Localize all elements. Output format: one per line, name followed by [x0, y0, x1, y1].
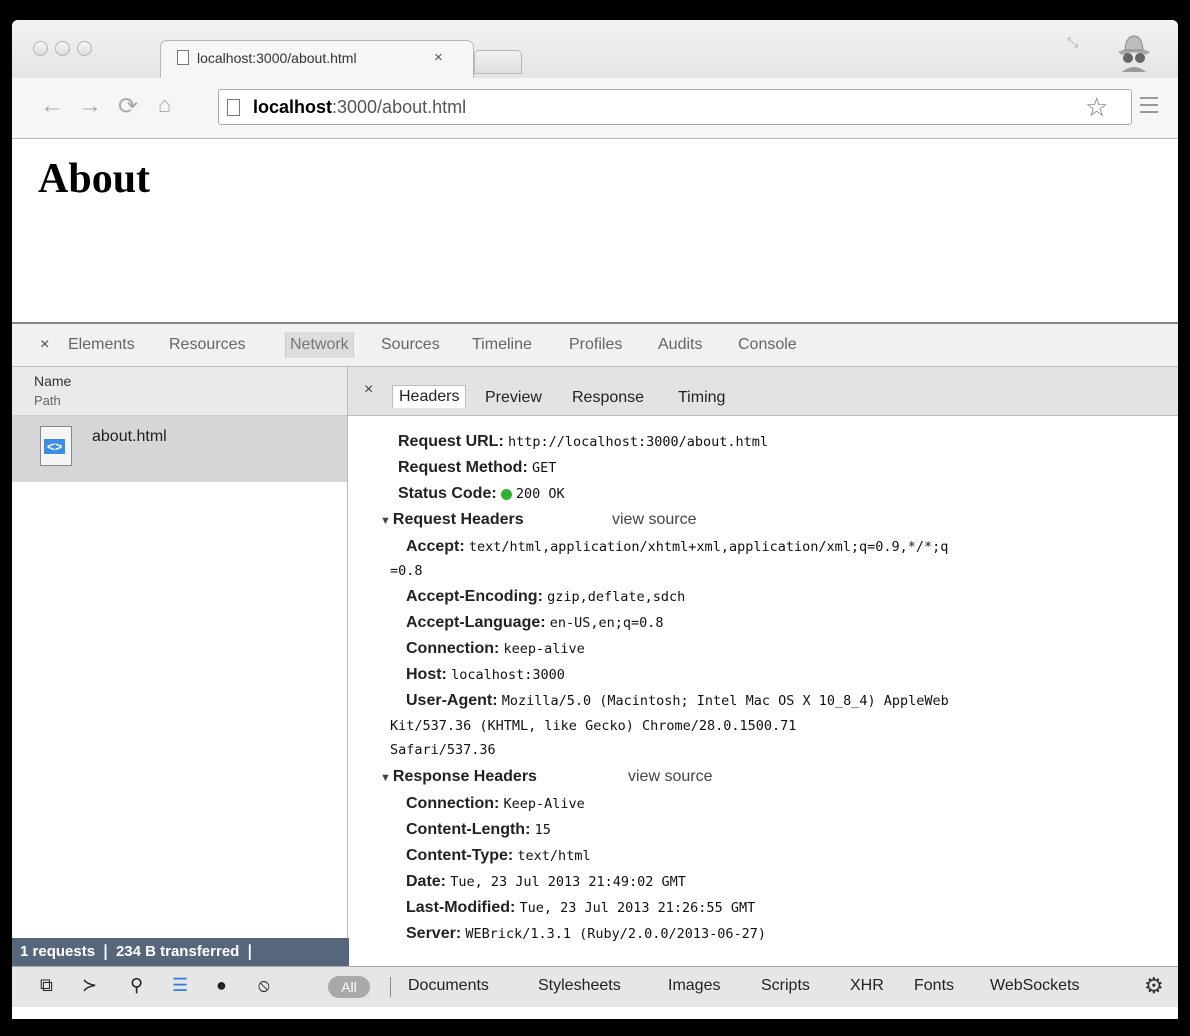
home-icon[interactable]: ⌂: [158, 92, 171, 118]
request-file-name: about.html: [92, 428, 167, 445]
devtools-panel: × Elements Resources Network Sources Tim…: [12, 322, 1178, 1019]
request-detail: × Headers Preview Response Timing Reques…: [348, 367, 1178, 967]
dock-icon[interactable]: ⧉: [40, 975, 53, 996]
filter-scripts[interactable]: Scripts: [761, 977, 810, 995]
incognito-icon: [1118, 35, 1150, 72]
detail-tabbar: × Headers Preview Response Timing: [348, 367, 1178, 416]
html-file-icon: <>: [40, 426, 72, 466]
filter-images[interactable]: Images: [668, 977, 720, 995]
page-heading: About: [38, 156, 151, 202]
response-header-row: Content-Length: 15: [406, 821, 551, 838]
response-header-row: Server: WEBrick/1.3.1 (Ruby/2.0.0/2013-0…: [406, 925, 767, 942]
devtools-bottom-bar: ⧉ ≻ ⚲ ☰ ● ⦸ All Documents Stylesheets Im…: [12, 966, 1178, 1007]
response-view-source-link[interactable]: view source: [628, 768, 712, 786]
response-header-row: Content-Type: text/html: [406, 847, 591, 864]
request-header-row: Kit/537.36 (KHTML, like Gecko) Chrome/28…: [390, 718, 797, 734]
devtools-close-button[interactable]: ×: [40, 336, 49, 354]
filter-fonts[interactable]: Fonts: [914, 977, 954, 995]
response-header-row: Last-Modified: Tue, 23 Jul 2013 21:26:55…: [406, 899, 756, 916]
filter-separator: [390, 977, 391, 997]
request-view-source-link[interactable]: view source: [612, 511, 696, 529]
column-path-header: Path: [34, 393, 61, 408]
filter-documents[interactable]: Documents: [408, 977, 489, 995]
request-row[interactable]: <> about.html: [12, 416, 347, 482]
browser-window: localhost:3000/about.html × ⤡ ← → ⟳ ⌂ lo…: [12, 20, 1178, 1019]
tab-preview[interactable]: Preview: [485, 389, 542, 407]
page-content: About: [12, 139, 1178, 322]
general-header-row: Request URL: http://localhost:3000/about…: [398, 433, 769, 450]
request-header-row: Host: localhost:3000: [406, 666, 565, 683]
tab-headers[interactable]: Headers: [392, 385, 467, 408]
request-header-row: Safari/537.36: [390, 742, 496, 758]
tab-elements[interactable]: Elements: [68, 336, 135, 354]
forward-arrow-icon[interactable]: →: [78, 92, 102, 120]
new-tab-button[interactable]: [474, 50, 522, 74]
large-rows-icon[interactable]: ☰: [172, 975, 188, 996]
request-list: Name Path <> about.html: [12, 367, 348, 938]
tab-profiles[interactable]: Profiles: [569, 336, 622, 354]
search-icon[interactable]: ⚲: [130, 975, 143, 996]
record-icon[interactable]: ●: [216, 975, 227, 996]
request-header-row: Accept: text/html,application/xhtml+xml,…: [406, 538, 949, 555]
request-header-row: Accept-Language: en-US,en;q=0.8: [406, 614, 664, 631]
close-window-button[interactable]: [33, 41, 48, 56]
disclosure-triangle-icon: ▼: [380, 772, 391, 784]
response-headers-toggle[interactable]: ▼ Response Headers: [380, 768, 537, 786]
tab-sources[interactable]: Sources: [381, 336, 440, 354]
filter-websockets[interactable]: WebSockets: [990, 977, 1080, 995]
response-header-row: Connection: Keep-Alive: [406, 795, 585, 812]
bookmark-star-icon[interactable]: ☆: [1085, 92, 1108, 123]
minimize-window-button[interactable]: [55, 41, 70, 56]
filter-all-button[interactable]: All: [328, 976, 370, 998]
filter-stylesheets[interactable]: Stylesheets: [538, 977, 621, 995]
request-header-row: User-Agent: Mozilla/5.0 (Macintosh; Inte…: [406, 692, 949, 709]
request-list-header: Name Path: [12, 367, 347, 416]
address-url: localhost:3000/about.html: [253, 97, 467, 117]
clear-icon[interactable]: ⦸: [258, 975, 270, 996]
browser-tab[interactable]: localhost:3000/about.html ×: [160, 40, 474, 79]
tab-close-button[interactable]: ×: [434, 49, 443, 66]
address-bar[interactable]: localhost:3000/about.html: [218, 89, 1132, 125]
general-header-row: Request Method: GET: [398, 459, 557, 476]
console-drawer-icon[interactable]: ≻: [82, 975, 97, 996]
tab-response[interactable]: Response: [572, 389, 644, 407]
detail-close-button[interactable]: ×: [364, 381, 373, 399]
devtools-tabbar: × Elements Resources Network Sources Tim…: [12, 324, 1178, 367]
network-summary: 1 requests ❘ 234 B transferred ❘: [12, 938, 349, 966]
page-icon: [227, 99, 240, 116]
reload-icon[interactable]: ⟳: [118, 92, 138, 121]
tab-resources[interactable]: Resources: [169, 336, 245, 354]
back-arrow-icon[interactable]: ←: [40, 92, 64, 120]
tab-timing[interactable]: Timing: [678, 389, 725, 407]
settings-gear-icon[interactable]: ⚙: [1144, 973, 1164, 999]
status-ok-icon: [500, 488, 512, 500]
browser-toolbar: ← → ⟳ ⌂ localhost:3000/about.html ☆: [12, 78, 1178, 139]
general-header-row: Status Code: 200 OK: [398, 485, 565, 502]
request-headers-toggle[interactable]: ▼ Request Headers: [380, 511, 524, 529]
tab-strip: localhost:3000/about.html × ⤡: [12, 20, 1178, 79]
request-header-row: =0.8: [390, 563, 423, 579]
column-name-header[interactable]: Name: [34, 373, 71, 389]
filter-xhr[interactable]: XHR: [850, 977, 884, 995]
disclosure-triangle-icon: ▼: [380, 515, 391, 527]
tab-console[interactable]: Console: [738, 336, 797, 354]
menu-icon[interactable]: [1140, 92, 1158, 118]
request-header-row: Connection: keep-alive: [406, 640, 585, 657]
fullscreen-icon[interactable]: ⤡: [1067, 34, 1087, 54]
response-header-row: Date: Tue, 23 Jul 2013 21:49:02 GMT: [406, 873, 686, 890]
request-header-row: Accept-Encoding: gzip,deflate,sdch: [406, 588, 686, 605]
tab-audits[interactable]: Audits: [658, 336, 702, 354]
zoom-window-button[interactable]: [77, 41, 92, 56]
tab-title: localhost:3000/about.html: [197, 50, 357, 66]
tab-network[interactable]: Network: [285, 332, 354, 358]
tab-timeline[interactable]: Timeline: [472, 336, 532, 354]
page-icon: [177, 50, 189, 65]
